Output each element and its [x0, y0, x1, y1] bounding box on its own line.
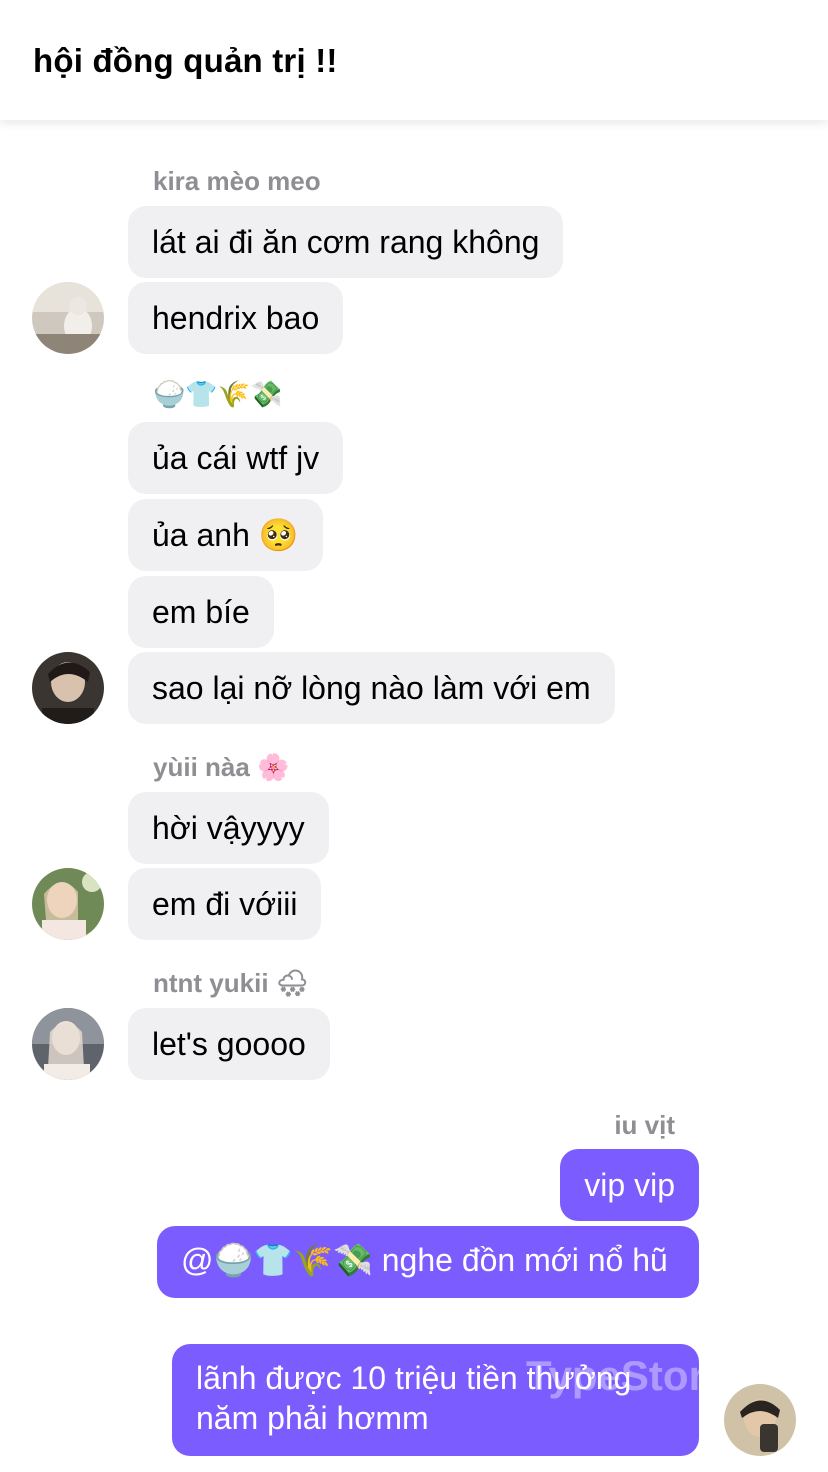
- sender-name-yui-text: yùii nàa: [153, 752, 250, 782]
- message-bubble[interactable]: sao lại nỡ lòng nào làm với em: [128, 652, 615, 724]
- sender-name-kira: kira mèo meo: [153, 166, 321, 196]
- outgoing-message-bubble[interactable]: lãnh được 10 triệu tiền thưởng năm phải …: [172, 1344, 699, 1456]
- chat-header: hội đồng quản trị !!: [0, 0, 828, 120]
- outgoing-message-bubble[interactable]: @🍚👕🌾💸 nghe đồn mới nổ hũ: [157, 1226, 699, 1298]
- cherry-blossom-icon: 🌸: [257, 753, 290, 783]
- snow-cloud-icon: 🌨: [275, 969, 309, 999]
- sender-name-me: iu vịt: [614, 1110, 675, 1140]
- message-bubble[interactable]: hời vậyyyy: [128, 792, 329, 864]
- outgoing-message-bubble[interactable]: vip vip: [560, 1149, 699, 1221]
- avatar-yukii[interactable]: [32, 1008, 104, 1080]
- sender-name-yui: yùii nàa 🌸: [153, 752, 289, 783]
- message-bubble[interactable]: em đi vớiii: [128, 868, 322, 940]
- avatar-kira[interactable]: [32, 282, 104, 354]
- message-bubble[interactable]: lát ai đi ăn cơm rang không: [128, 206, 564, 278]
- sender-name-yukii-text: ntnt yukii: [153, 968, 269, 998]
- message-bubble[interactable]: ủa anh 🥺: [128, 499, 323, 571]
- avatar-emoji-user[interactable]: [32, 652, 104, 724]
- sender-name-yukii: ntnt yukii 🌨: [153, 968, 309, 999]
- message-bubble[interactable]: hendrix bao: [128, 282, 344, 354]
- message-bubble[interactable]: ủa cái wtf jv: [128, 422, 344, 494]
- group-title[interactable]: hội đồng quản trị !!: [33, 42, 338, 80]
- message-bubble[interactable]: let's goooo: [128, 1008, 330, 1080]
- avatar-yui[interactable]: [32, 868, 104, 940]
- sender-name-emoji: 🍚👕🌾💸: [153, 380, 283, 410]
- message-bubble[interactable]: em bíe: [128, 576, 274, 648]
- avatar-me[interactable]: [724, 1384, 796, 1456]
